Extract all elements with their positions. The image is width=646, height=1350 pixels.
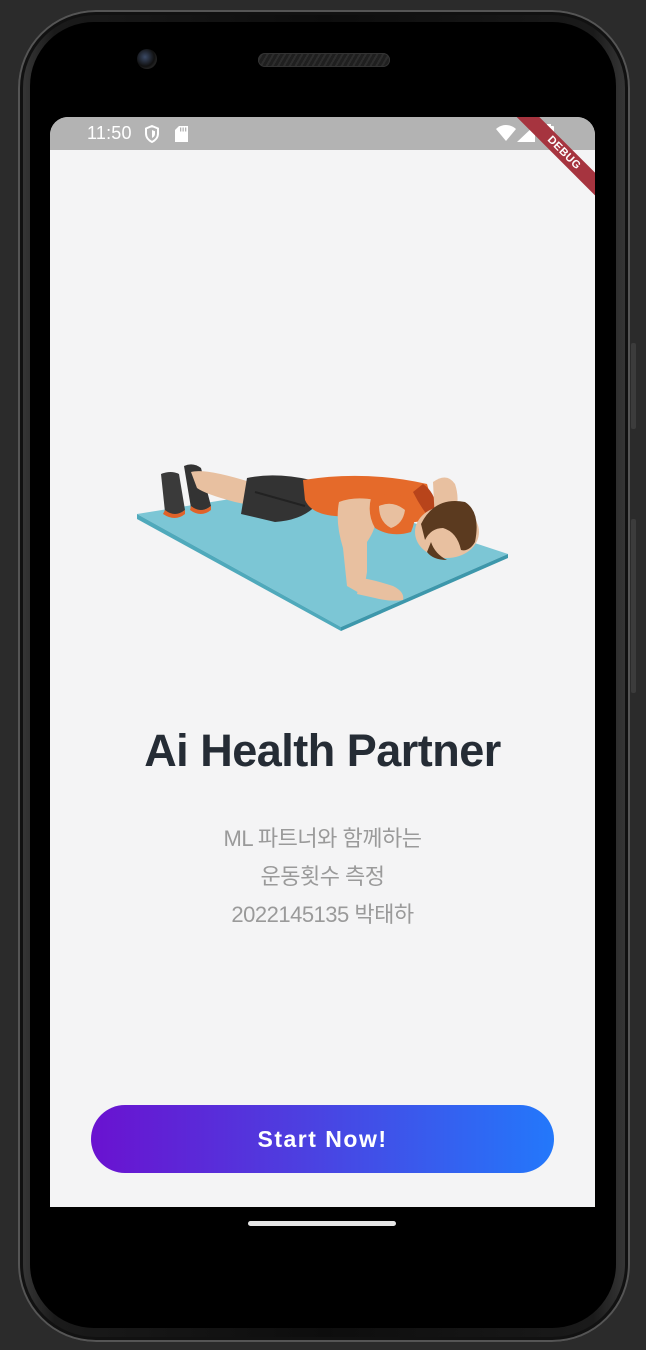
shield-icon xyxy=(145,125,159,143)
subtitle-line: ML 파트너와 함께하는 xyxy=(223,826,422,851)
push-up-illustration xyxy=(137,464,508,631)
app-screen: 11:50 DEBUG Ai Health Partner ML 파트너와 함께… xyxy=(50,117,595,1207)
app-title: Ai Health Partner xyxy=(144,725,501,776)
subtitle-line: 운동횟수 측정 xyxy=(260,864,385,889)
wifi-icon xyxy=(496,125,516,141)
power-button xyxy=(631,343,636,429)
subtitle: ML 파트너와 함께하는 운동횟수 측정 2022145135 박태하 xyxy=(50,820,595,934)
status-time: 11:50 xyxy=(87,123,132,143)
volume-button xyxy=(631,519,636,693)
sd-card-icon xyxy=(175,126,188,142)
front-camera xyxy=(137,49,157,69)
status-bar: 11:50 xyxy=(50,117,595,150)
home-indicator[interactable] xyxy=(248,1221,396,1226)
start-now-button[interactable]: Start Now! xyxy=(91,1105,554,1173)
subtitle-line: 2022145135 박태하 xyxy=(231,902,414,927)
earpiece-speaker xyxy=(258,53,390,67)
